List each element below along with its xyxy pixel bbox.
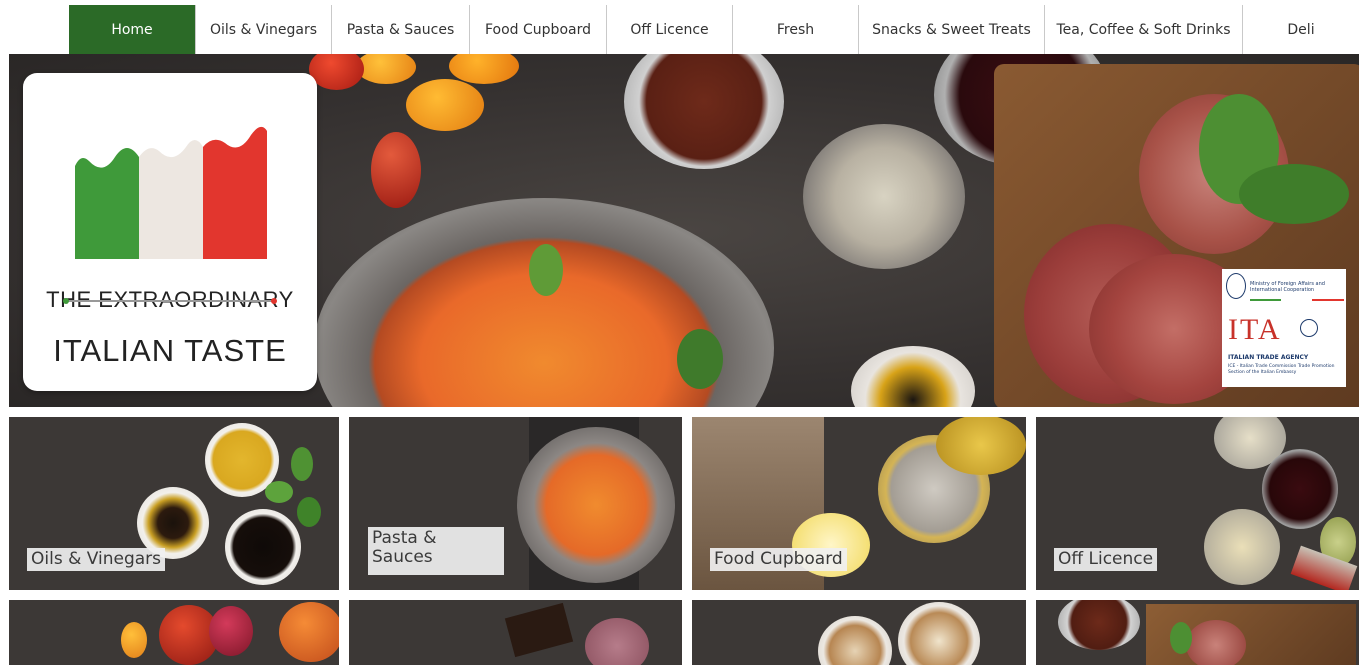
nav-item-oils-vinegars[interactable]: Oils & Vinegars [195,5,331,54]
tile-tea-coffee[interactable] [692,600,1026,665]
nav-item-fresh[interactable]: Fresh [732,5,858,54]
logo-line2: ITALIAN TASTE [53,333,287,368]
basil-leaf-image [529,244,563,296]
wine-glass-image [803,124,965,269]
red-wine-glass-image [1262,449,1338,529]
white-wine-glass-image [1204,509,1280,585]
ita-agency-text: ITALIAN TRADE AGENCY [1228,354,1309,361]
tile-off-licence[interactable]: Off Licence [1036,417,1359,590]
tomato-image [371,132,421,208]
tomato-image [279,602,339,662]
chocolate-image [504,602,574,658]
salami-slice-image [1186,620,1246,665]
sundried-tomato-bowl-image [624,54,784,169]
coffee-cup-image [818,616,892,665]
flag-stripe [1250,299,1344,301]
basil-leaf-image [1170,622,1192,654]
basil-leaf-image [297,497,321,527]
green-dot-icon [63,298,69,304]
tin-lid-image [936,417,1026,475]
tomato-image [406,79,484,131]
tile-fresh[interactable] [9,600,339,665]
tile-snacks[interactable] [349,600,682,665]
emblem-icon [1226,273,1246,299]
vinegar-bowl-image [225,509,301,585]
logo-divider [65,300,275,302]
tomato-image [449,54,519,84]
olive-oil-bowl-image [851,346,975,407]
nav-item-deli[interactable]: Deli [1242,5,1359,54]
tomato-image [121,622,147,658]
ice-circle-icon [1300,319,1318,337]
ministry-text: Ministry of Foreign Affairs and Internat… [1250,281,1325,293]
tile-food-cupboard[interactable]: Food Cupboard [692,417,1026,590]
ita-agency-badge[interactable]: Ministry of Foreign Affairs and Internat… [1222,269,1346,387]
ita-sub-text: ICE - Italian Trade Commission Trade Pro… [1228,364,1335,375]
ita-mark: ITA [1228,313,1282,346]
tile-oils-vinegars[interactable]: Oils & Vinegars [9,417,339,590]
italian-flag-icon [75,126,267,259]
tile-label: Pasta & Sauces [368,527,504,575]
tile-label-line1: Pasta & [372,528,437,548]
nav-item-home[interactable]: Home [69,5,195,54]
tile-label: Oils & Vinegars [27,548,166,571]
nav-item-snacks[interactable]: Snacks & Sweet Treats [858,5,1044,54]
pasta-plate-image [517,427,675,583]
nav-item-tea-coffee[interactable]: Tea, Coffee & Soft Drinks [1044,5,1242,54]
extraordinary-italian-taste-logo[interactable]: THE EXTRAORDINARY ITALIAN TASTE [23,73,317,391]
tile-deli[interactable] [1036,600,1359,665]
red-dot-icon [271,298,277,304]
coffee-cup-image [898,602,980,665]
tile-pasta-sauces[interactable]: Pasta & Sauces [349,417,682,590]
tomato-image [356,54,416,84]
basil-leaf-image [1239,164,1349,224]
tomato-image [209,606,253,656]
main-navigation: Home Oils & Vinegars Pasta & Sauces Food… [69,5,1359,54]
basil-leaf-image [291,447,313,481]
basil-leaf-image [677,329,723,389]
nav-item-off-licence[interactable]: Off Licence [606,5,732,54]
sundried-tomato-bowl-image [1058,600,1140,650]
tomato-image [309,54,364,90]
basil-leaf-image [265,481,293,503]
gelato-image [585,618,649,665]
tile-label: Food Cupboard [710,548,847,571]
hero-banner[interactable]: THE EXTRAORDINARY ITALIAN TASTE Ministry… [9,54,1359,407]
tile-label: Off Licence [1054,548,1158,571]
nav-item-pasta-sauces[interactable]: Pasta & Sauces [331,5,469,54]
nav-item-food-cupboard[interactable]: Food Cupboard [469,5,606,54]
tile-label-line2: Sauces [372,547,433,567]
